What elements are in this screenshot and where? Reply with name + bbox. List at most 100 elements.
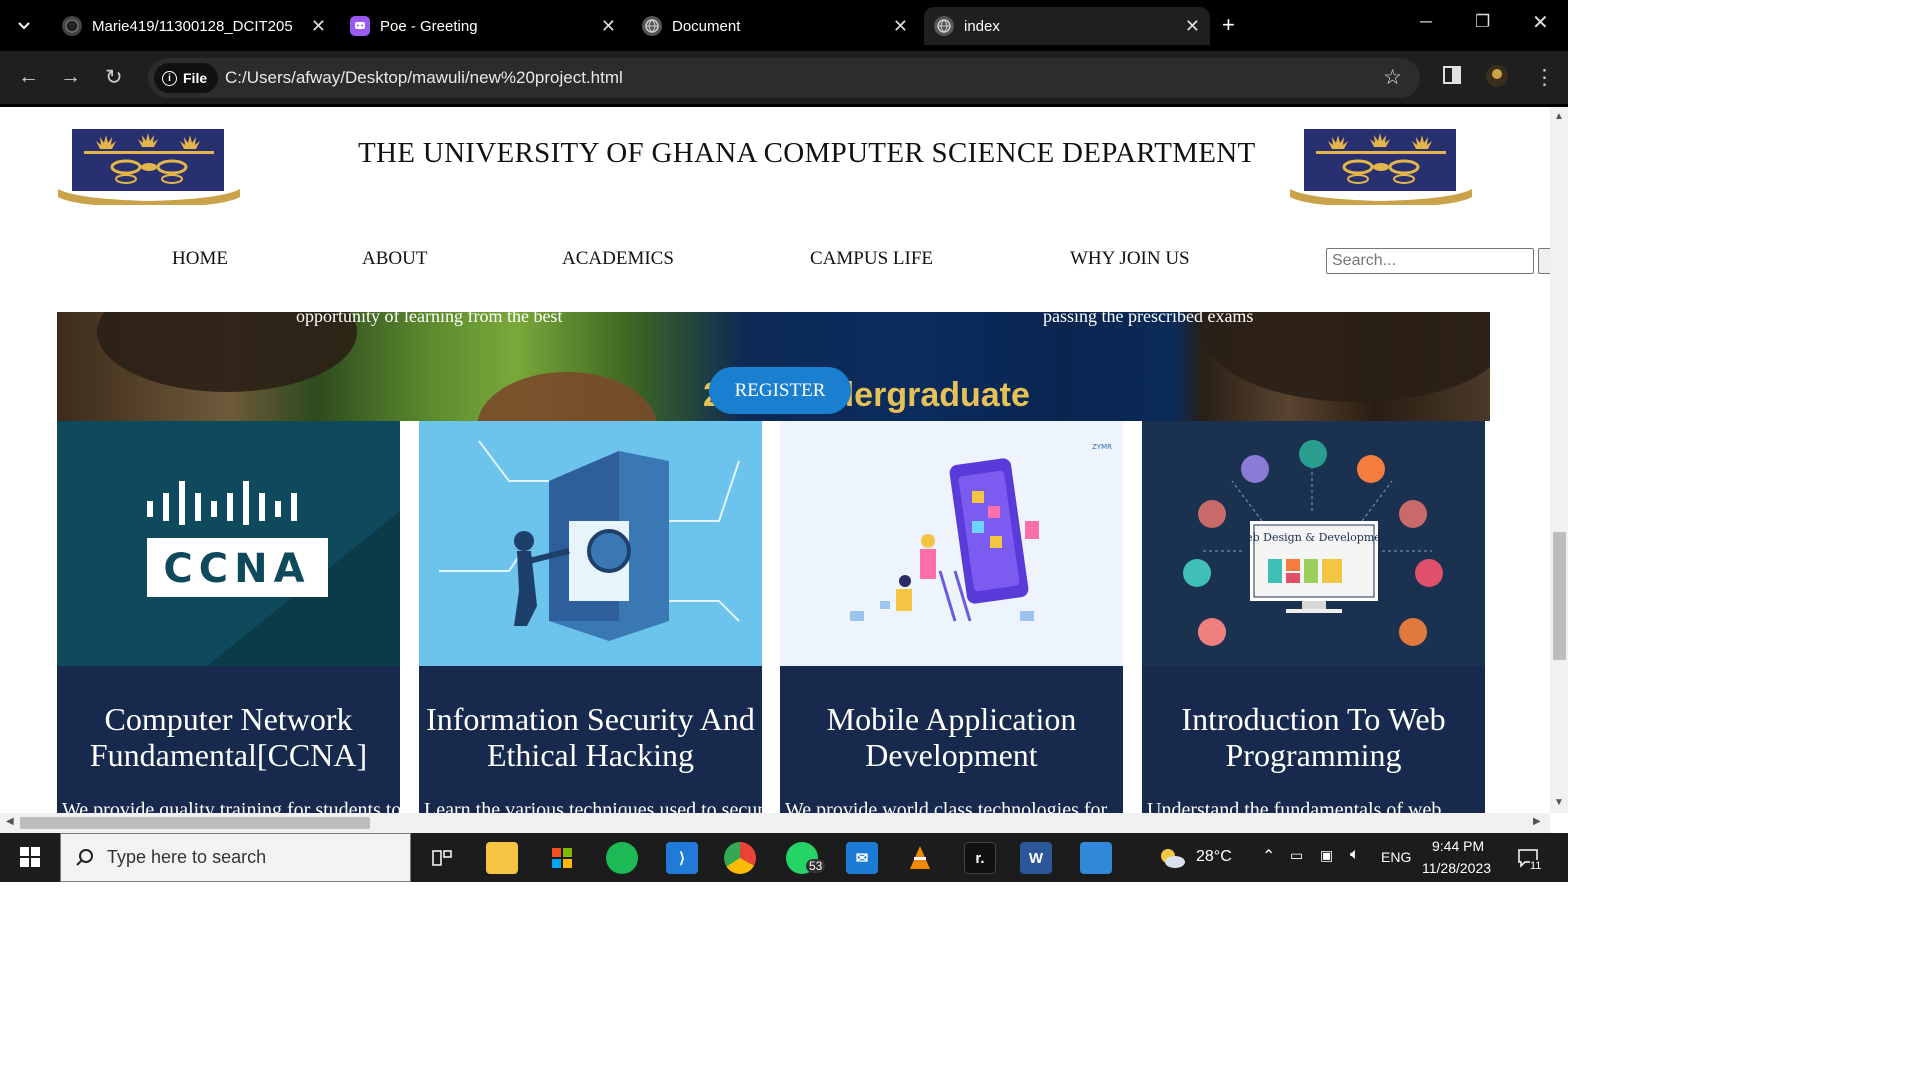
close-tab-icon[interactable]: ✕ (893, 16, 908, 37)
browser-tab-bar: Marie419/11300128_DCIT205 ✕ Poe - Greeti… (0, 0, 1568, 51)
minimize-icon[interactable]: ─ (1420, 12, 1432, 32)
hero-banner: opportunity of learning from the best pa… (57, 312, 1490, 421)
new-tab-icon[interactable]: + (1222, 12, 1235, 38)
course-card-web[interactable]: Web Design & Development Introduction To… (1142, 421, 1485, 813)
ccna-image: CCNA (57, 421, 400, 666)
side-panel-icon[interactable] (1443, 66, 1461, 90)
course-card-ccna[interactable]: CCNA Computer Network Fundamental[CCNA] … (57, 421, 400, 813)
mail-icon[interactable]: ✉ (846, 842, 878, 874)
course-title: Mobile Application Development (826, 701, 1077, 773)
close-tab-icon[interactable]: ✕ (601, 16, 616, 37)
vscode-icon[interactable]: ⟩ (666, 842, 698, 874)
taskbar-search-box[interactable]: Type here to search (60, 833, 411, 882)
menu-kebab-icon[interactable]: ⋮ (1534, 65, 1555, 90)
weather-temperature: 28°C (1196, 848, 1232, 865)
github-icon (62, 16, 82, 36)
reload-icon[interactable]: ↻ (105, 65, 123, 90)
horizontal-scroll-thumb[interactable] (20, 817, 370, 829)
chevron-down-icon (18, 22, 30, 30)
scroll-down-arrow-icon[interactable]: ▼ (1554, 797, 1564, 808)
language-indicator[interactable]: ENG (1381, 849, 1411, 865)
restore-icon[interactable]: ❐ (1475, 12, 1490, 32)
search-input[interactable] (1326, 248, 1534, 274)
clock-date[interactable]: 11/28/2023 (1422, 860, 1491, 876)
course-title: Information Security And Ethical Hacking (426, 701, 755, 773)
course-title: Computer Network Fundamental[CCNA] (89, 701, 368, 773)
back-arrow-icon[interactable]: ← (18, 65, 39, 89)
photos-icon[interactable] (1080, 842, 1112, 874)
course-description: Learn the various techniques used to sec… (424, 799, 762, 813)
close-tab-icon[interactable]: ✕ (1185, 16, 1200, 37)
nav-academics[interactable]: ACADEMICS (562, 248, 674, 270)
ccna-logo-text: CCNA (163, 546, 310, 592)
course-description: We provide quality training for students… (62, 799, 400, 813)
course-description: Understand the fundamentals of web (1147, 799, 1442, 813)
university-logo-right (1290, 129, 1472, 205)
infosec-image (419, 421, 762, 666)
whatsapp-badge: 53 (806, 859, 826, 873)
vertical-scrollbar[interactable]: ▲ ▼ (1550, 107, 1568, 813)
scroll-right-arrow-icon[interactable]: ▶ (1533, 816, 1541, 827)
clock-time[interactable]: 9:44 PM (1432, 838, 1484, 854)
close-tab-icon[interactable]: ✕ (311, 16, 326, 37)
microsoft-store-icon[interactable] (546, 842, 578, 874)
horizontal-scrollbar[interactable]: ◀ ▶ (0, 813, 1550, 833)
nav-about[interactable]: ABOUT (362, 248, 427, 270)
r-app-icon[interactable]: r. (964, 842, 996, 874)
zymr-logo-text: ZYMR (1092, 443, 1112, 451)
volume-icon[interactable]: 🔈︎ (1350, 846, 1360, 864)
chip-label: File (183, 70, 208, 86)
network-icon[interactable]: ▣ (1320, 847, 1333, 864)
word-icon[interactable]: W (1020, 842, 1052, 874)
omnibox[interactable]: i File C:/Users/afway/Desktop/mawuli/new… (148, 58, 1420, 98)
tab-search-button[interactable] (10, 12, 38, 40)
close-window-icon[interactable]: ✕ (1532, 10, 1549, 35)
forward-arrow-icon[interactable]: → (60, 65, 81, 89)
tab-document[interactable]: Document ✕ (636, 7, 918, 45)
chevron-up-icon[interactable]: ⌃ (1262, 846, 1275, 866)
nav-why-join-us[interactable]: WHY JOIN US (1070, 248, 1190, 270)
globe-icon (642, 16, 662, 36)
url-text[interactable]: C:/Users/afway/Desktop/mawuli/new%20proj… (225, 68, 623, 88)
search-button[interactable] (1538, 248, 1550, 274)
poe-icon (350, 16, 370, 36)
search-icon (76, 848, 93, 866)
notifications-count: 11 (1530, 860, 1542, 872)
bookmark-star-icon[interactable]: ☆ (1383, 65, 1402, 90)
nav-campus-life[interactable]: CAMPUS LIFE (810, 248, 933, 270)
course-title: Introduction To Web Programming (1181, 701, 1446, 773)
scroll-left-arrow-icon[interactable]: ◀ (6, 816, 14, 827)
info-icon: i (162, 70, 177, 86)
tab-index-active[interactable]: index ✕ (924, 7, 1210, 45)
tab-github[interactable]: Marie419/11300128_DCIT205 ✕ (56, 7, 336, 45)
nav-home[interactable]: HOME (172, 248, 228, 270)
tab-title: Document (672, 17, 741, 35)
course-card-mobile[interactable]: ZYMR Mobile Application Development We p… (780, 421, 1123, 813)
vlc-icon[interactable] (904, 842, 936, 874)
scroll-up-arrow-icon[interactable]: ▲ (1554, 111, 1564, 122)
profile-avatar[interactable] (1485, 64, 1509, 94)
weather-icon[interactable] (1156, 842, 1188, 874)
course-card-infosec[interactable]: Information Security And Ethical Hacking… (419, 421, 762, 813)
chrome-icon[interactable] (724, 842, 756, 874)
globe-icon (934, 16, 954, 36)
site-info-chip[interactable]: i File (154, 63, 218, 93)
address-toolbar: ← → ↻ i File C:/Users/afway/Desktop/mawu… (0, 51, 1568, 107)
spotify-icon[interactable] (606, 842, 638, 874)
tab-title: index (964, 17, 1000, 35)
web-design-image: Web Design & Development (1142, 421, 1485, 666)
course-description: We provide world class technologies for (785, 799, 1108, 813)
vertical-scroll-thumb[interactable] (1553, 532, 1566, 660)
tab-poe[interactable]: Poe - Greeting ✕ (344, 7, 626, 45)
hero-text-right: passing the prescribed exams (1043, 312, 1254, 326)
hero-text-left: opportunity of learning from the best (296, 312, 563, 326)
tab-title: Marie419/11300128_DCIT205 (92, 17, 293, 35)
university-logo-left (58, 129, 240, 205)
file-explorer-icon[interactable] (486, 842, 518, 874)
battery-icon[interactable]: ▭ (1290, 847, 1303, 864)
page-viewport: THE UNIVERSITY OF GHANA COMPUTER SCIENCE… (0, 107, 1550, 813)
hero-photo-face (477, 372, 657, 421)
register-button[interactable]: REGISTER (709, 367, 851, 414)
task-view-icon[interactable] (426, 842, 458, 874)
windows-start-icon[interactable] (20, 847, 40, 872)
